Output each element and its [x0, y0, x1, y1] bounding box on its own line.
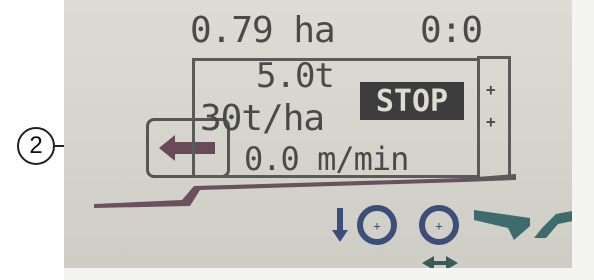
spreader-disc-icon: + — [357, 205, 397, 245]
svg-text:+: + — [373, 219, 380, 233]
screen-bezel-bottom — [64, 268, 594, 280]
area-readout: 0.79 ha — [190, 10, 336, 51]
callout-marker-2: 2 — [17, 127, 55, 165]
stop-badge[interactable]: STOP — [360, 82, 464, 120]
plus-icon[interactable]: + — [486, 80, 496, 99]
spreader-disc-icon: + — [419, 205, 459, 245]
lcd-screen: 0.79 ha 0:0 5.0t 30t/ha STOP 0.0 m/min +… — [64, 0, 594, 280]
arrow-down-icon — [332, 208, 348, 242]
time-readout: 0:0 — [420, 10, 483, 51]
callout-number: 2 — [29, 132, 43, 159]
rate-readout: 30t/ha — [200, 98, 325, 139]
screen-bezel-right — [572, 0, 594, 280]
svg-text:+: + — [435, 219, 442, 233]
plus-icon[interactable]: + — [486, 112, 496, 131]
deflector-left-icon — [474, 210, 530, 240]
weight-readout: 5.0t — [256, 56, 335, 96]
